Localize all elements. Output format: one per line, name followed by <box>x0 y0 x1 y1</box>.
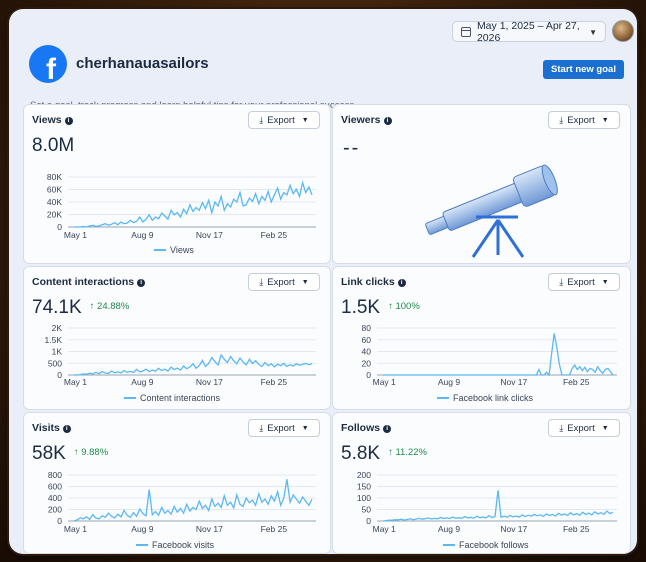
y-tick-label: 60 <box>362 335 372 345</box>
x-tick-label: Nov 17 <box>196 377 223 387</box>
x-tick-label: Feb 25 <box>261 524 288 534</box>
series-line <box>382 490 614 522</box>
page-title: cherhanauasailors <box>76 55 209 72</box>
x-tick-label: May 1 <box>64 524 87 534</box>
calendar-icon <box>461 26 471 37</box>
legend-swatch <box>443 544 455 546</box>
legend-swatch <box>154 249 166 251</box>
y-tick-label: 800 <box>48 470 62 480</box>
visits-chart: 800 600400 2000May 1 Aug 9 Nov 17 Feb 25 <box>48 470 316 534</box>
x-tick-label: Feb 25 <box>261 230 288 240</box>
y-tick-label: 100 <box>357 493 371 503</box>
legend-swatch <box>124 397 136 399</box>
y-tick-label: 200 <box>357 470 371 480</box>
legend-swatch <box>136 544 148 546</box>
facebook-logo-icon: f <box>29 45 67 83</box>
page-header: f cherhanauasailors Start new goal Set a… <box>9 45 637 111</box>
follows-card: Follows i ⤓ Export ▼ 5.8K ↑ 11.22% 200 150 100… <box>332 412 631 554</box>
y-tick-label: 0 <box>57 516 62 526</box>
y-tick-label: 0 <box>366 516 371 526</box>
avatar[interactable] <box>612 20 634 42</box>
x-tick-label: Feb 25 <box>563 524 590 534</box>
y-tick-label: 60K <box>47 185 62 195</box>
x-tick-label: Feb 25 <box>563 377 590 387</box>
x-tick-label: Aug 9 <box>131 524 153 534</box>
y-tick-label: 80K <box>47 172 62 182</box>
link-clicks-card: Link clicks i ⤓ Export ▼ 1.5K ↑ 100% 80 60 40 2… <box>332 266 631 410</box>
x-tick-label: Aug 9 <box>438 377 460 387</box>
chart-legend: Facebook link clicks <box>437 393 533 403</box>
y-tick-label: 0 <box>57 222 62 232</box>
y-tick-label: 40K <box>47 197 62 207</box>
x-tick-label: May 1 <box>373 377 396 387</box>
x-tick-label: Nov 17 <box>196 230 223 240</box>
caret-down-icon: ▼ <box>589 28 597 37</box>
telescope-illustration-icon <box>425 164 558 258</box>
chart-legend: Views <box>154 245 194 255</box>
date-range-picker[interactable]: May 1, 2025 – Apr 27, 2026 ▼ <box>452 19 606 44</box>
date-range-label: May 1, 2025 – Apr 27, 2026 <box>476 19 580 44</box>
series-line <box>73 479 313 522</box>
y-tick-label: 80 <box>362 323 372 333</box>
y-tick-label: 0 <box>57 370 62 380</box>
visits-card: Visits i ⤓ Export ▼ 58K ↑ 9.88% 800 600 400 200… <box>23 412 331 554</box>
legend-swatch <box>437 397 449 399</box>
content-interactions-card: Content interactions i ⤓ Export ▼ 74.1K ↑ 24… <box>23 266 331 410</box>
y-tick-label: 40 <box>362 347 372 357</box>
y-tick-label: 1K <box>52 347 63 357</box>
y-tick-label: 200 <box>48 505 62 515</box>
follows-chart: 200 150100 500May 1 Aug 9 Nov 17 Feb 25 <box>357 470 617 534</box>
insights-window: May 1, 2025 – Apr 27, 2026 ▼ f cherhanau… <box>9 9 637 554</box>
x-tick-label: Aug 9 <box>438 524 460 534</box>
x-tick-label: Aug 9 <box>131 377 153 387</box>
y-tick-label: 20K <box>47 210 62 220</box>
y-tick-label: 50 <box>362 505 372 515</box>
views-card: Views i ⤓ Export ▼ 8.0M 80K 60K 40K 20K 0 May 1A… <box>23 104 331 264</box>
x-tick-label: Aug 9 <box>131 230 153 240</box>
chart-legend: Facebook visits <box>136 540 214 550</box>
views-chart: 80K 60K 40K 20K 0May 1 Aug 9 Nov 17 Feb 25 <box>47 172 316 240</box>
y-tick-label: 2K <box>52 323 63 333</box>
chart-legend: Facebook follows <box>443 540 529 550</box>
y-tick-label: 1.5K <box>45 335 63 345</box>
start-new-goal-button[interactable]: Start new goal <box>543 60 624 79</box>
series-line <box>74 353 313 376</box>
x-tick-label: Nov 17 <box>500 377 527 387</box>
y-tick-label: 400 <box>48 493 62 503</box>
viewers-card: Viewers i ⤓ Export ▼ -- <box>332 104 631 264</box>
x-tick-label: Nov 17 <box>500 524 527 534</box>
y-tick-label: 20 <box>362 358 372 368</box>
chart-legend: Content interactions <box>124 393 220 403</box>
link-clicks-chart: 80 60 4020 0May 1 Aug 9 Nov 17 Feb 25 <box>362 323 617 387</box>
y-tick-label: 500 <box>48 358 62 368</box>
y-tick-label: 0 <box>366 370 371 380</box>
x-tick-label: Nov 17 <box>196 524 223 534</box>
x-tick-label: May 1 <box>64 377 87 387</box>
y-tick-label: 150 <box>357 482 371 492</box>
y-tick-label: 600 <box>48 482 62 492</box>
x-tick-label: May 1 <box>373 524 396 534</box>
x-tick-label: Feb 25 <box>261 377 288 387</box>
content-interactions-chart: 2K 1.5K 1K500 0May 1 Aug 9 Nov 17 Feb 25 <box>45 323 316 387</box>
top-bar: May 1, 2025 – Apr 27, 2026 ▼ <box>9 9 637 47</box>
x-tick-label: May 1 <box>64 230 87 240</box>
